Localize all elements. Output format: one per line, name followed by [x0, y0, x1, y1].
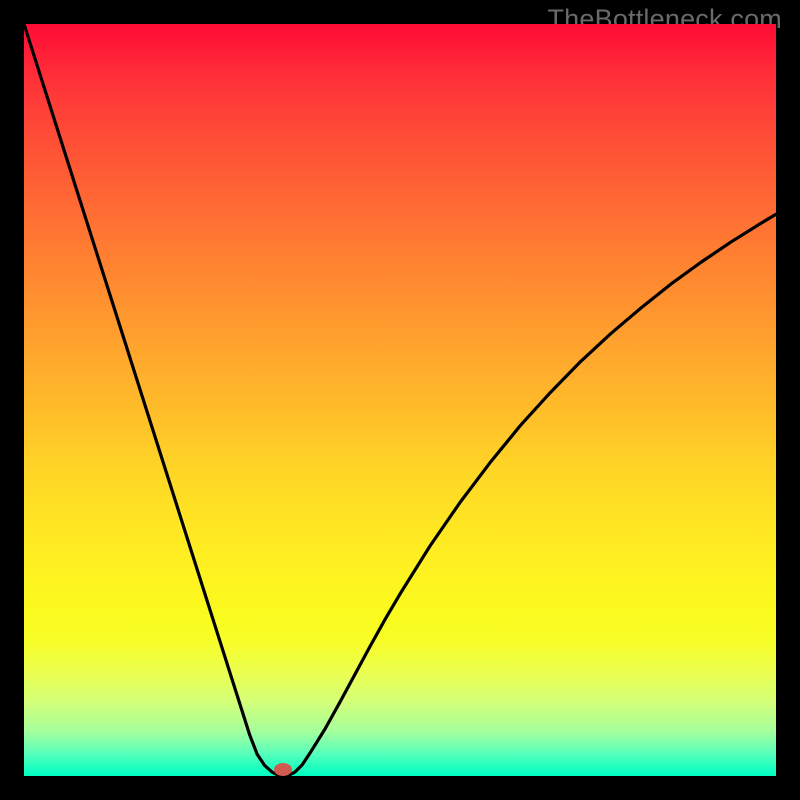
chart-frame: TheBottleneck.com — [0, 0, 800, 800]
bottleneck-curve — [24, 24, 776, 776]
plot-area — [24, 24, 776, 776]
